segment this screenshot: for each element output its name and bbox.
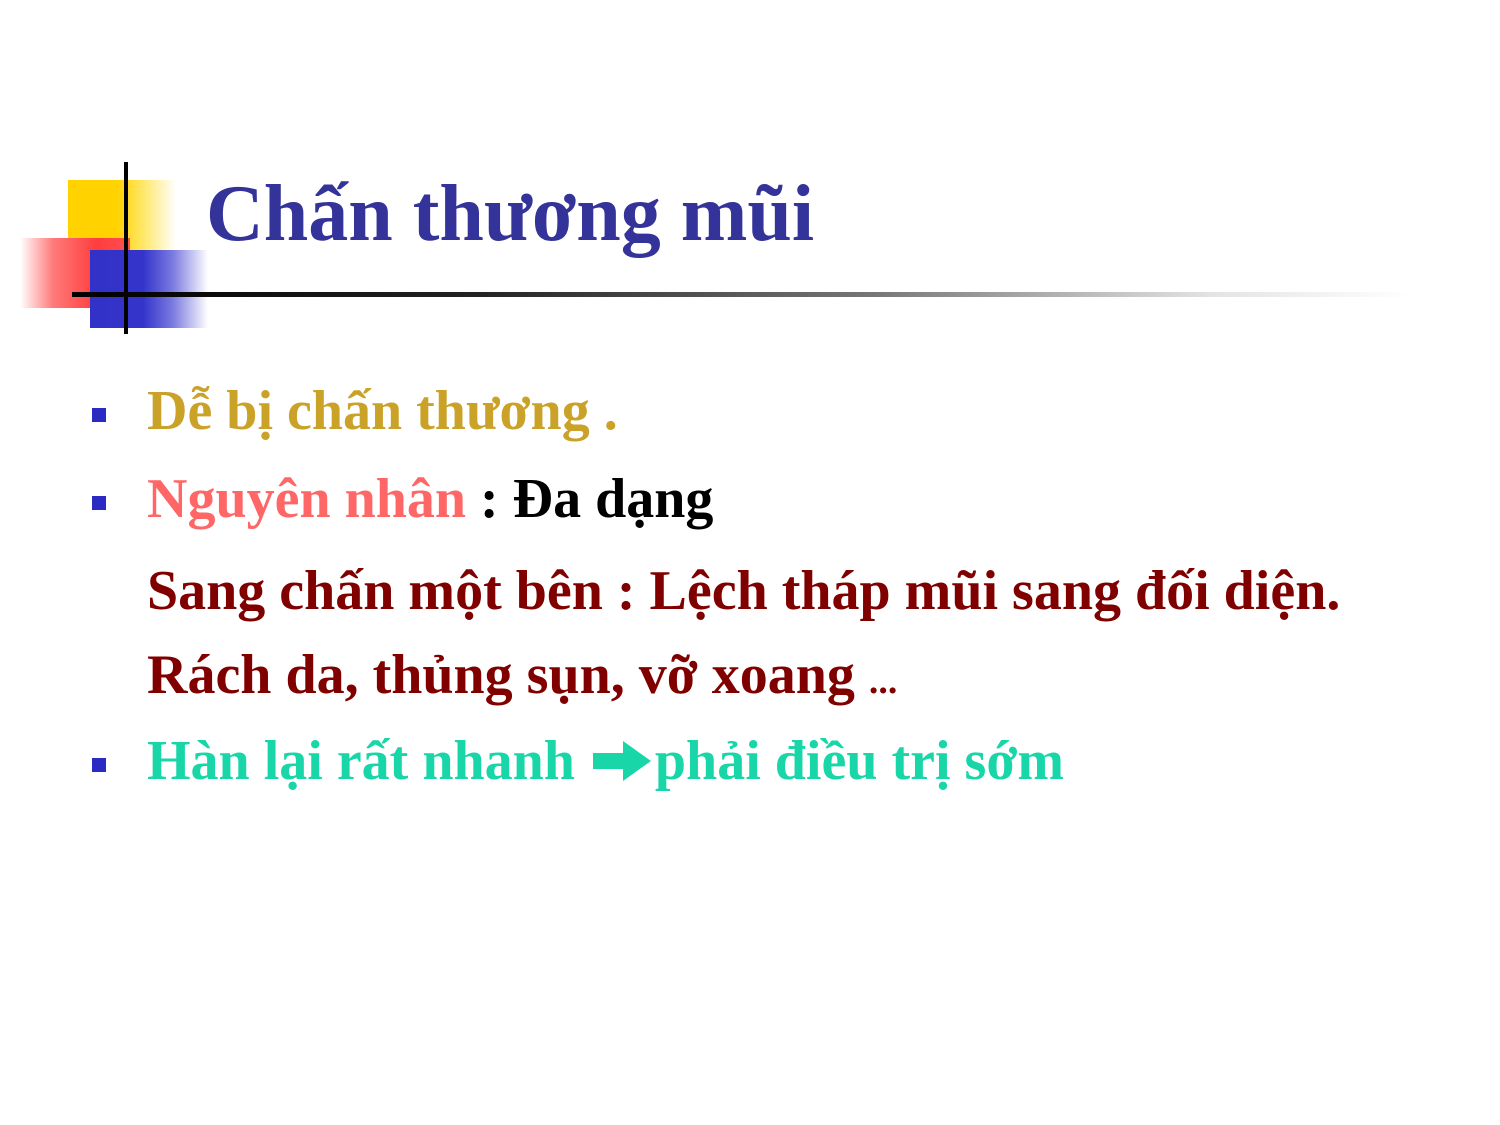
right-arrow-icon — [592, 741, 651, 782]
square-bullet-icon — [92, 408, 106, 422]
bullet-1-text: Dễ bị chấn thương . — [147, 380, 618, 442]
cause-value: : Đa dạng — [466, 468, 714, 530]
detail-1-text: Sang chấn một bên : Lệch tháp mũi sang đ… — [147, 560, 1341, 622]
bullet-list: Dễ bị chấn thương . Nguyên nhân : Đa dạn… — [92, 376, 1422, 796]
cause-label: Nguyên nhân — [147, 468, 467, 530]
detail-paragraph-1: Sang chấn một bên : Lệch tháp mũi sang đ… — [92, 552, 1422, 630]
detail-2-text: Rách da, thủng sụn, vỡ xoang — [147, 644, 869, 707]
logo-vertical-line — [124, 162, 128, 334]
bullet-3-right-text: phải điều trị sớm — [654, 730, 1064, 793]
slide-title: Chấn thương mũi — [206, 170, 815, 258]
bullet-3-left-text: Hàn lại rất nhanh — [147, 730, 589, 793]
square-bullet-icon — [92, 496, 106, 510]
detail-2-ellipsis: ... — [868, 660, 898, 703]
bullet-item-3: Hàn lại rất nhanh phải điều trị sớm — [92, 726, 1422, 796]
logo-blue-square — [90, 250, 208, 328]
bullet-item-2: Nguyên nhân : Đa dạng — [92, 464, 1422, 534]
detail-paragraph-2: Rách da, thủng sụn, vỡ xoang ... — [92, 640, 1422, 710]
square-bullet-icon — [92, 758, 106, 773]
slide: Chấn thương mũi Dễ bị chấn thương . Nguy… — [0, 0, 1500, 1125]
bullet-item-1: Dễ bị chấn thương . — [92, 376, 1422, 446]
title-underline — [72, 292, 1412, 297]
